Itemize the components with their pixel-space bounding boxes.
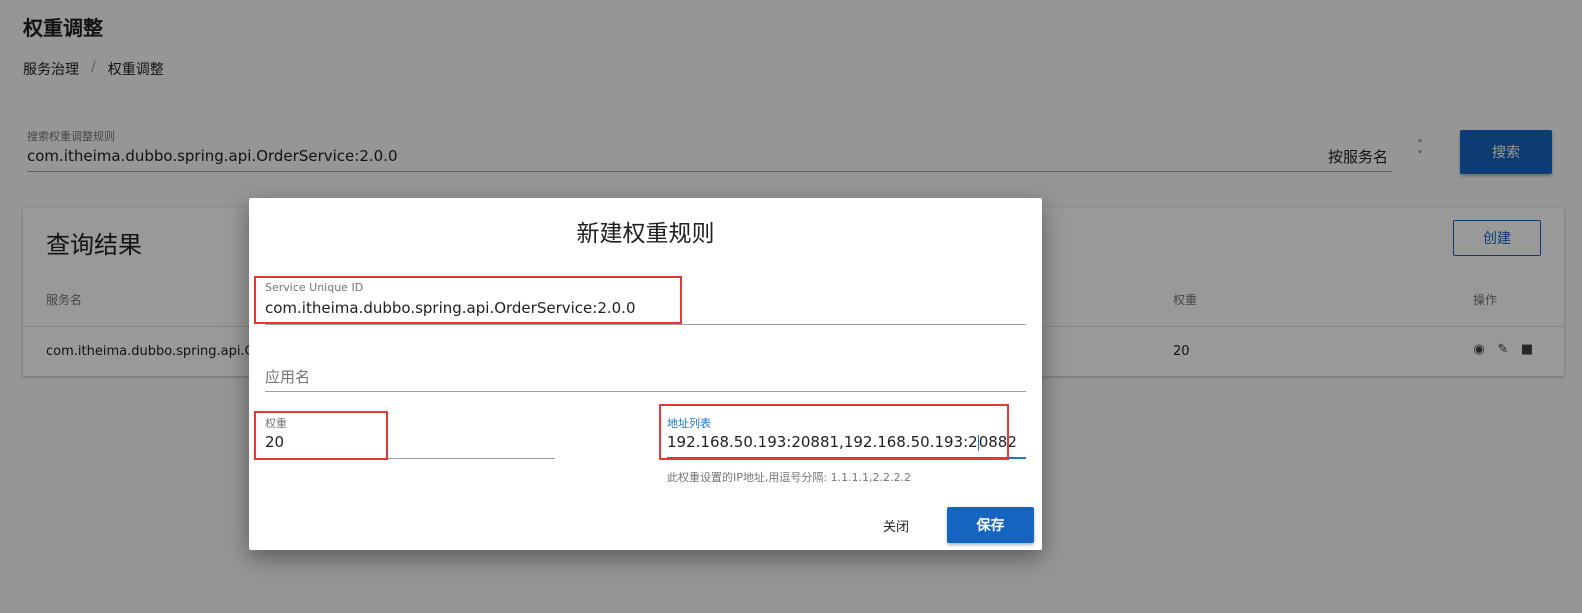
service-id-underline: [265, 324, 1026, 325]
new-weight-rule-dialog: 新建权重规则 Service Unique ID com.itheima.dub…: [249, 198, 1042, 550]
save-button[interactable]: 保存: [947, 507, 1034, 543]
dialog-title: 新建权重规则: [576, 221, 715, 247]
highlight-box-service-id: [254, 276, 682, 324]
highlight-box-address: [659, 404, 1009, 460]
app-name-input[interactable]: 应用名: [265, 366, 310, 387]
close-button[interactable]: 关闭: [863, 512, 929, 538]
highlight-box-weight: [254, 411, 388, 460]
address-hint: 此权重设置的IP地址,用逗号分隔: 1.1.1.1,2.2.2.2: [667, 471, 912, 484]
app-name-underline: [265, 391, 1026, 392]
